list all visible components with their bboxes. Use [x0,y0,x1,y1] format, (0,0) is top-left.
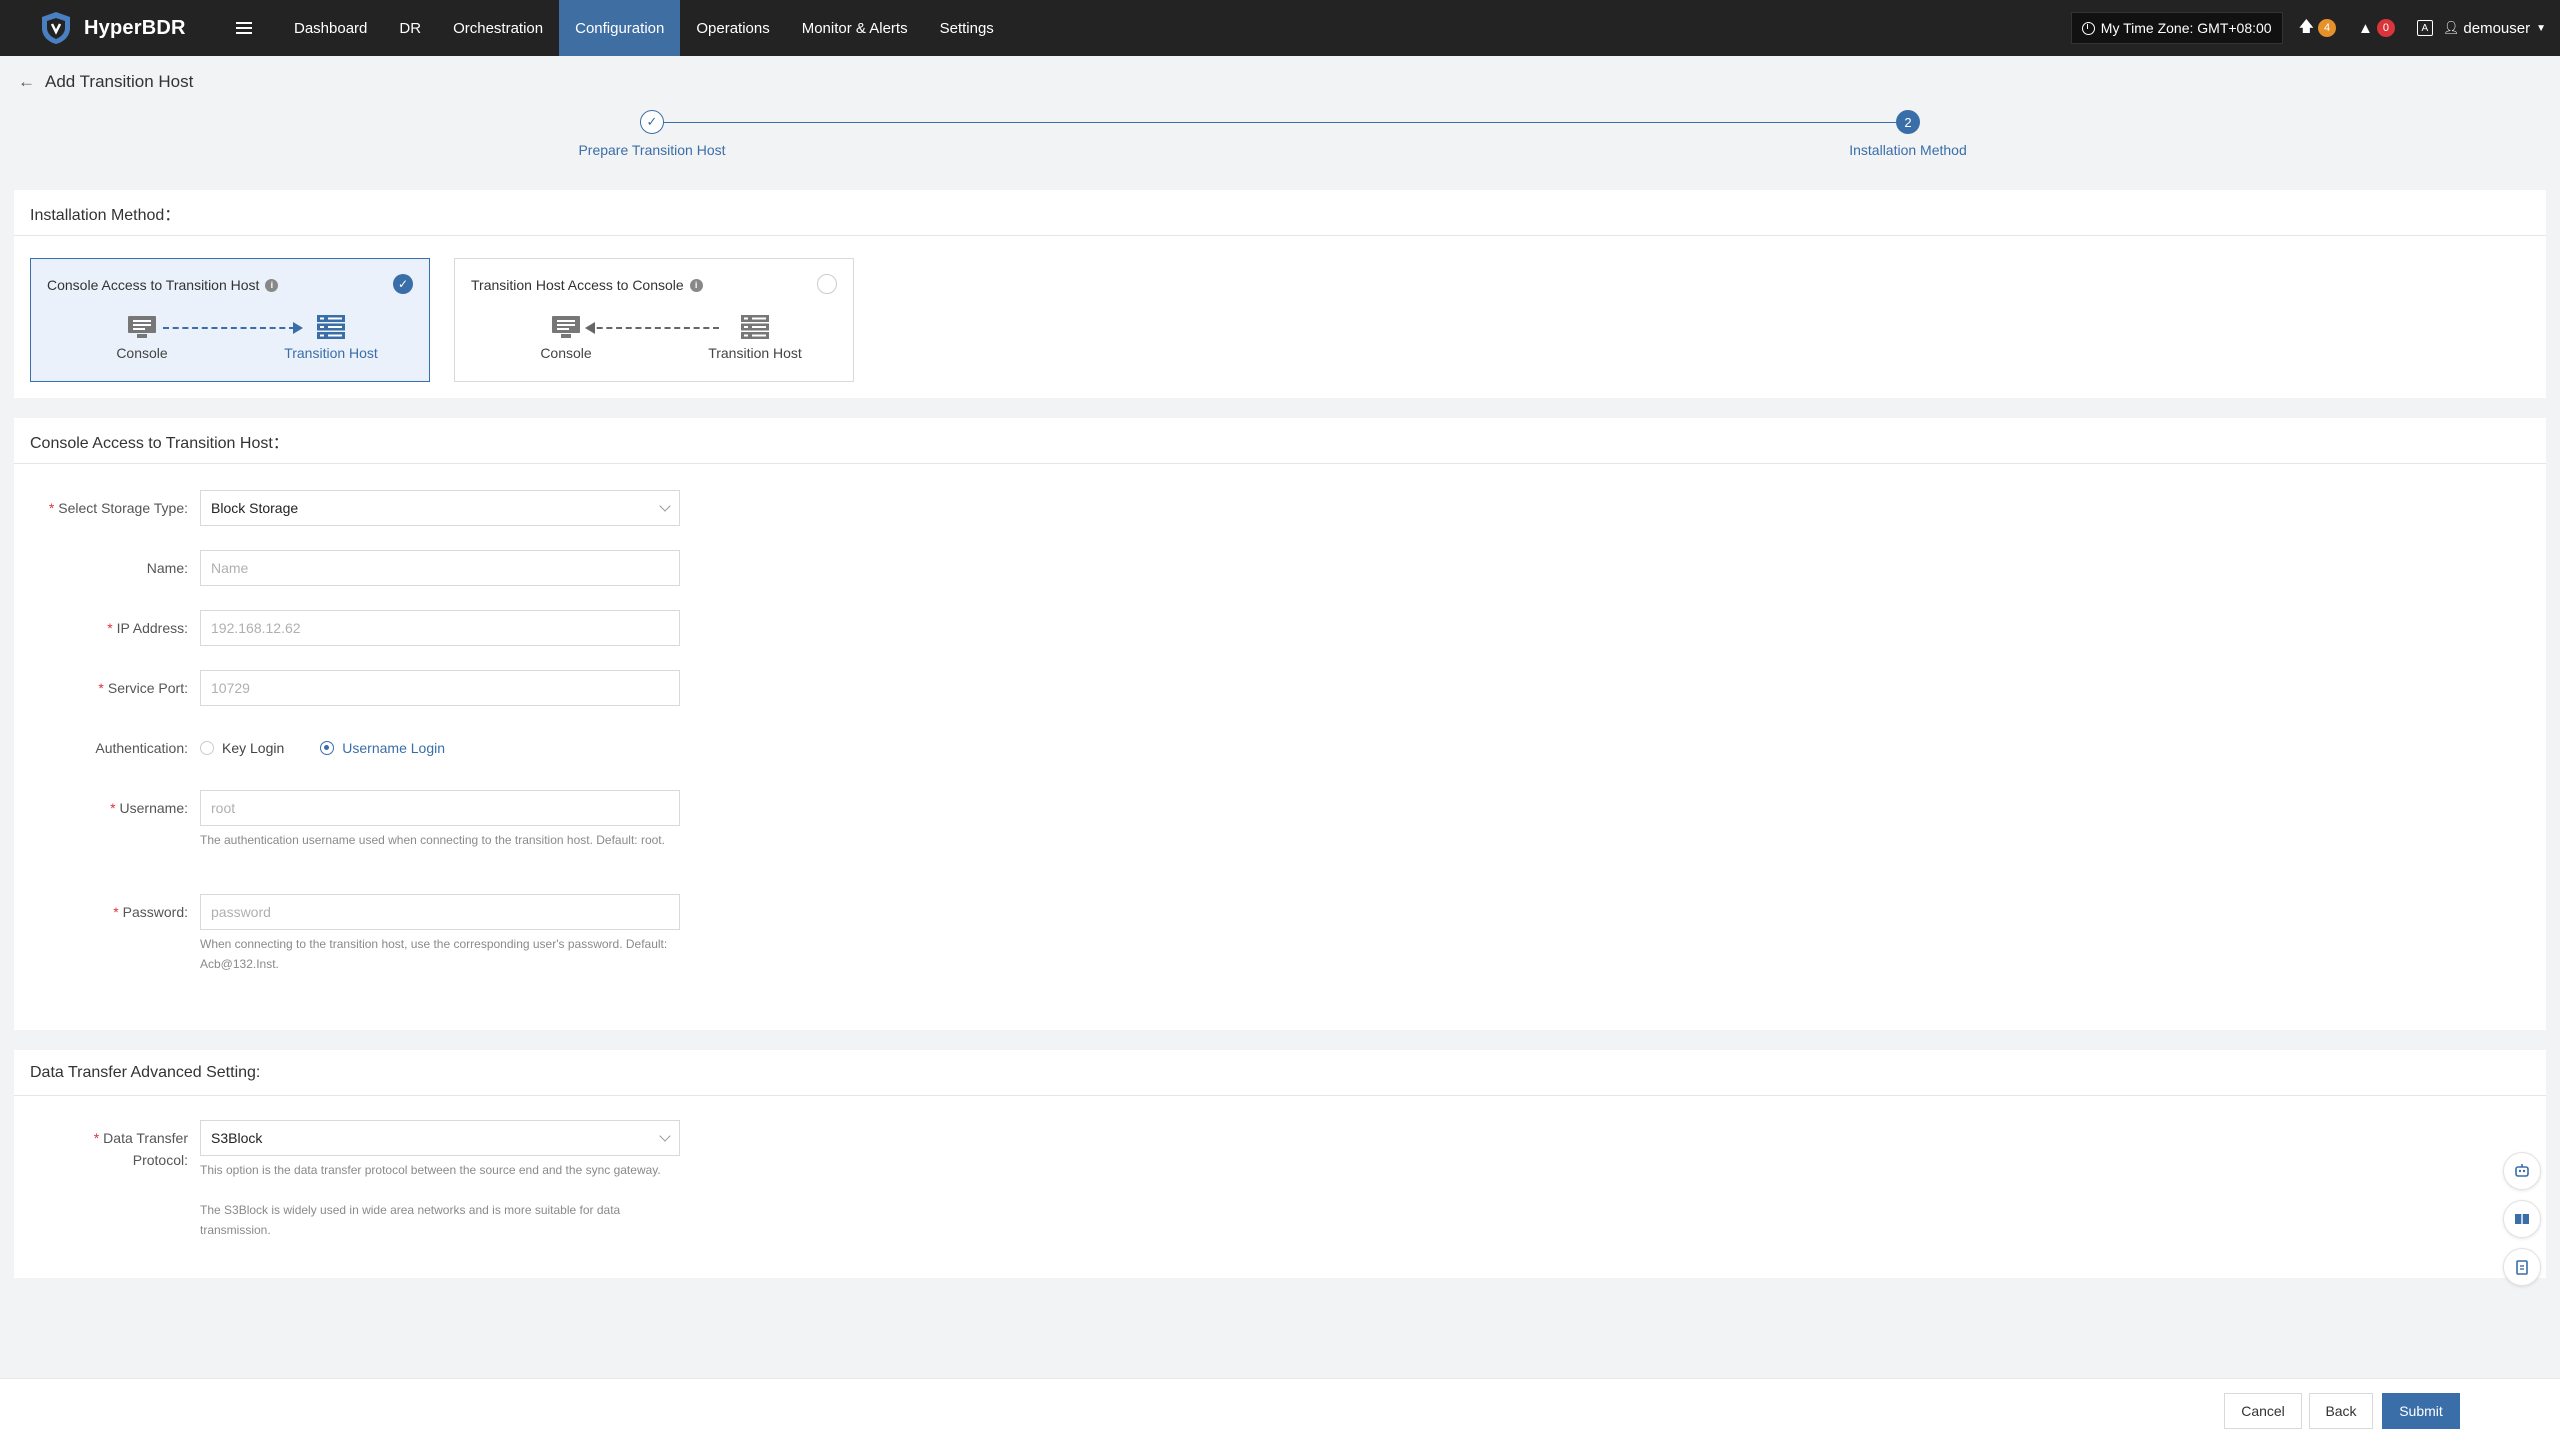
installation-method-card: Installation Method： Console Access to T… [14,190,2546,398]
nav-dr[interactable]: DR [383,0,437,56]
section-title: Console Access to Transition Host： [14,418,2546,464]
step-label: Installation Method [1849,142,1967,158]
upload-count-badge: 4 [2318,19,2337,37]
step-connector [660,122,1896,123]
nav-dashboard[interactable]: Dashboard [278,0,383,56]
console-icon [128,316,156,338]
menu-icon[interactable] [222,0,266,56]
console-label: Console [116,345,168,361]
ip-label: IP Address: [116,620,188,636]
app-name: HyperBDR [84,16,186,39]
nav-orchestration[interactable]: Orchestration [437,0,559,56]
clipboard-icon[interactable] [2503,1248,2541,1286]
upload-icon: 🡅 [2298,17,2315,35]
username-login-radio[interactable] [320,741,335,755]
server-icon [741,315,769,339]
info-icon[interactable]: i [689,278,703,292]
nav-operations[interactable]: Operations [680,0,785,56]
authentication-label: Authentication: [95,740,188,756]
upload-notifications[interactable]: 🡅 4 [2298,16,2337,41]
top-navigation-bar: HyperBDR Dashboard DR Orchestration Conf… [0,0,2560,56]
protocol-label-line1: Data Transfer [103,1130,188,1146]
back-button[interactable]: Back [2309,1393,2373,1429]
option-console-to-host[interactable]: Console Access to Transition Host i ✓ Co… [30,258,430,382]
username-label: Username: [119,800,188,816]
storage-type-label: Select Storage Type: [58,500,188,516]
timezone-display[interactable]: My Time Zone: GMT+08:00 [2070,12,2283,44]
name-label: Name: [146,560,188,576]
option-host-to-console[interactable]: Transition Host Access to Console i Cons… [454,258,854,382]
main-nav: Dashboard DR Orchestration Configuration… [278,0,1010,56]
step-installation-method: 2 Installation Method [1812,110,2004,158]
authentication-radio-group: Key Login Username Login [200,738,481,758]
step-number: 2 [1896,110,1920,134]
protocol-label-line2: Protocol: [132,1152,188,1168]
host-label: Transition Host [284,345,378,361]
protocol-hint-1: This option is the data transfer protoco… [200,1163,661,1177]
ip-address-input[interactable]: 192.168.12.62 [200,610,680,646]
password-hint: When connecting to the transition host, … [200,937,668,971]
clock-icon [2081,21,2095,35]
server-icon [317,315,345,339]
wizard-steps: ✓ Prepare Transition Host 2 Installation… [0,110,2560,170]
timezone-label: My Time Zone: GMT+08:00 [2100,20,2272,36]
step-label: Prepare Transition Host [578,142,726,158]
section-title: Installation Method： [14,190,2546,236]
check-icon: ✓ [393,274,413,294]
storage-type-select[interactable]: Block Storage [200,490,680,526]
info-icon[interactable]: i [265,278,279,292]
alert-count-badge: 0 [2376,19,2395,37]
port-label: Service Port: [107,680,188,696]
key-login-radio[interactable] [200,741,214,755]
protocol-hint-2: The S3Block is widely used in wide area … [200,1203,621,1237]
app-logo[interactable]: HyperBDR [38,10,208,46]
chevron-down-icon [659,500,671,512]
storage-type-value: Block Storage [211,500,299,516]
alert-notifications[interactable]: ▲ 0 [2358,19,2395,37]
name-input[interactable]: Name [200,550,680,586]
robot-icon[interactable] [2503,1152,2541,1190]
protocol-value: S3Block [211,1130,263,1146]
service-port-input[interactable]: 10729 [200,670,680,706]
option-title: Transition Host Access to Console [471,277,684,293]
user-menu[interactable]: 👤︎ demouser ▼ [2443,20,2546,37]
console-access-form-card: Console Access to Transition Host： * Sele… [14,418,2546,1030]
chevron-down-icon [659,1130,671,1142]
step-prepare-transition-host: ✓ Prepare Transition Host [556,110,748,158]
footer-actions: Cancel Back Submit [0,1378,2560,1440]
username-hint: The authentication username used when co… [200,833,665,847]
section-title: Data Transfer Advanced Setting: [14,1050,2546,1096]
page-title: Add Transition Host [45,72,194,91]
option-radio[interactable] [817,274,837,294]
connection-diagram: Console Transition Host [455,315,855,375]
nav-settings[interactable]: Settings [924,0,1010,56]
back-arrow-icon[interactable]: ← [18,72,35,92]
nav-configuration[interactable]: Configuration [559,0,681,56]
cancel-button[interactable]: Cancel [2224,1393,2302,1429]
book-icon[interactable] [2503,1200,2541,1238]
submit-button[interactable]: Submit [2382,1393,2460,1429]
logo-icon [42,12,70,44]
warning-icon: ▲ [2358,19,2373,37]
username-input[interactable]: root [200,790,680,826]
username: demouser [2463,19,2531,37]
protocol-select[interactable]: S3Block [200,1120,680,1156]
nav-monitor-alerts[interactable]: Monitor & Alerts [786,0,924,56]
user-icon: 👤︎ [2442,20,2460,35]
advanced-setting-card: Data Transfer Advanced Setting: * Data Tr… [14,1050,2546,1278]
language-icon[interactable]: A [2416,20,2433,36]
chevron-down-icon: ▼ [2536,22,2546,34]
connection-diagram: Console Transition Host [31,315,431,375]
username-login-label[interactable]: Username Login [342,740,445,756]
host-label: Transition Host [708,345,802,361]
password-input[interactable]: password [200,894,680,930]
page-header: ← Add Transition Host [18,72,193,92]
option-title: Console Access to Transition Host [47,277,260,293]
key-login-label[interactable]: Key Login [222,740,284,756]
console-label: Console [540,345,592,361]
password-label: Password: [122,904,188,920]
check-icon: ✓ [640,110,664,134]
console-icon [552,316,580,338]
